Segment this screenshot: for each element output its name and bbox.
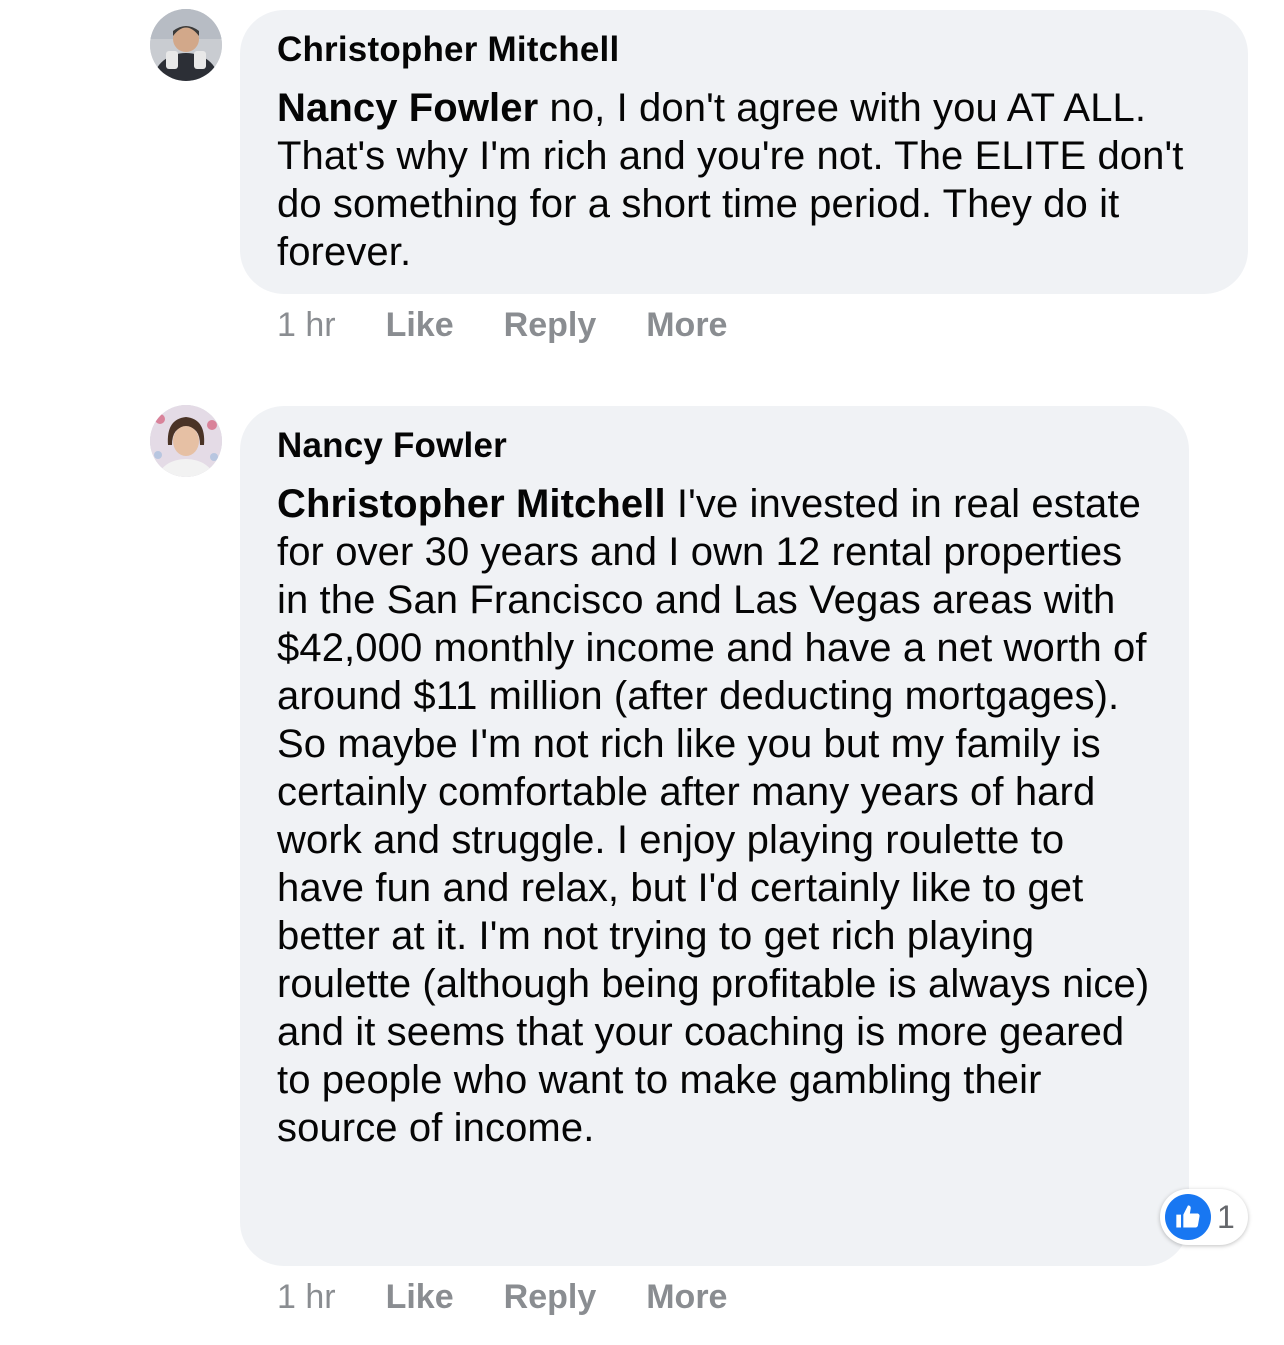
reply-button[interactable]: Reply [504,306,597,345]
comment-author[interactable]: Christopher Mitchell [277,30,1212,70]
reaction-count: 1 [1217,1198,1235,1235]
avatar-nancy-fowler[interactable] [150,405,222,477]
avatar-christopher-mitchell[interactable] [150,9,222,81]
comment-timestamp[interactable]: 1 hr [277,1278,336,1317]
like-button[interactable]: Like [386,306,454,345]
comment-body: I've invested in real estate for over 30… [277,482,1150,1150]
reaction-summary[interactable]: 1 [1160,1189,1248,1245]
profile-photo-icon [150,9,222,81]
comment-bubble: Christopher Mitchell Nancy Fowler no, I … [240,10,1248,294]
thumbs-up-icon [1165,1194,1211,1240]
comment-bubble: Nancy Fowler Christopher Mitchell I've i… [240,406,1189,1266]
comment-text: Christopher Mitchell I've invested in re… [277,480,1153,1152]
more-button[interactable]: More [646,1278,727,1317]
profile-photo-icon [150,405,222,477]
more-button[interactable]: More [646,306,727,345]
mention-link[interactable]: Nancy Fowler [277,86,538,130]
comment-actions: 1 hr Like Reply More [277,306,777,345]
like-button[interactable]: Like [386,1278,454,1317]
comment-text: Nancy Fowler no, I don't agree with you … [277,84,1212,276]
comment-actions: 1 hr Like Reply More [277,1278,777,1317]
comment-timestamp[interactable]: 1 hr [277,306,336,345]
mention-link[interactable]: Christopher Mitchell [277,482,666,526]
comment-author[interactable]: Nancy Fowler [277,426,1153,466]
reply-button[interactable]: Reply [504,1278,597,1317]
